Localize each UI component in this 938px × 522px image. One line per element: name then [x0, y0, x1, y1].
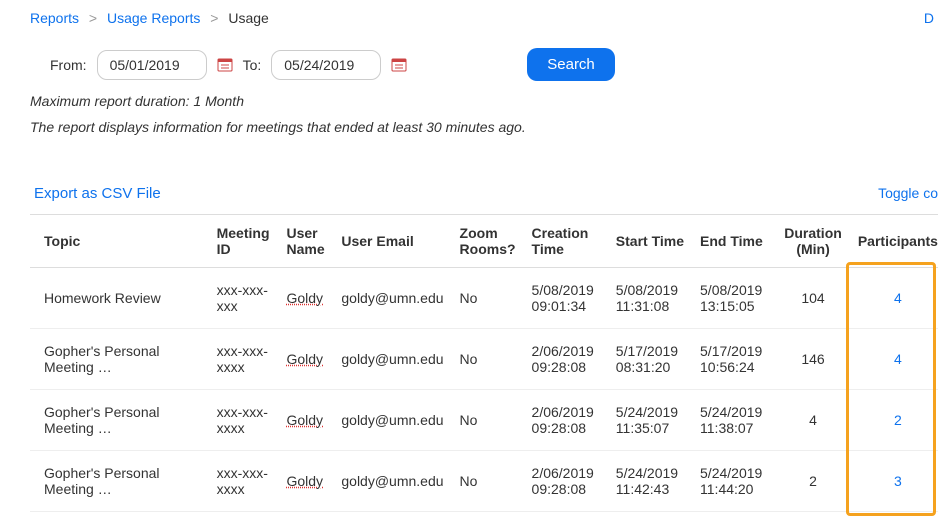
calendar-icon[interactable] [391, 57, 407, 73]
usage-table-wrap: Topic Meeting ID User Name User Email Zo… [30, 214, 938, 512]
cell-topic: Gopher's Personal Meeting … [30, 390, 209, 451]
breadcrumb-reports[interactable]: Reports [30, 10, 79, 26]
cell-user-name: Goldy [278, 329, 333, 390]
breadcrumb-separator: > [89, 10, 97, 26]
cell-topic: Homework Review [30, 268, 209, 329]
table-row: Gopher's Personal Meeting …xxx-xxx-xxxxG… [30, 329, 938, 390]
cell-zoom-rooms: No [452, 268, 524, 329]
to-label: To: [243, 57, 262, 73]
cell-user-name: Goldy [278, 268, 333, 329]
th-meeting-id[interactable]: Meeting ID [209, 215, 279, 268]
cell-duration: 146 [776, 329, 850, 390]
th-creation-time[interactable]: Creation Time [524, 215, 608, 268]
usage-table: Topic Meeting ID User Name User Email Zo… [30, 214, 938, 512]
cell-meeting-id: xxx-xxx-xxxx [209, 451, 279, 512]
cell-user-email: goldy@umn.edu [333, 329, 451, 390]
cell-end-time: 5/08/2019 13:15:05 [692, 268, 776, 329]
cell-start-time: 5/17/2019 08:31:20 [608, 329, 692, 390]
cell-user-name: Goldy [278, 390, 333, 451]
cell-user-email: goldy@umn.edu [333, 451, 451, 512]
th-participants[interactable]: Participants [850, 215, 938, 268]
table-row: Gopher's Personal Meeting …xxx-xxx-xxxxG… [30, 390, 938, 451]
cell-duration: 2 [776, 451, 850, 512]
cell-meeting-id: xxx-xxx-xxx [209, 268, 279, 329]
date-filter-row: From: To: Search [30, 48, 938, 81]
cell-meeting-id: xxx-xxx-xxxx [209, 329, 279, 390]
table-row: Homework Reviewxxx-xxx-xxxGoldygoldy@umn… [30, 268, 938, 329]
cell-zoom-rooms: No [452, 329, 524, 390]
cell-topic: Gopher's Personal Meeting … [30, 329, 209, 390]
cell-zoom-rooms: No [452, 390, 524, 451]
breadcrumb: Reports > Usage Reports > Usage [30, 10, 938, 26]
breadcrumb-usage-reports[interactable]: Usage Reports [107, 10, 200, 26]
to-date-input[interactable] [271, 50, 381, 80]
cell-participants[interactable]: 2 [850, 390, 938, 451]
th-topic[interactable]: Topic [30, 215, 209, 268]
th-user-name[interactable]: User Name [278, 215, 333, 268]
export-csv-link[interactable]: Export as CSV File [34, 185, 161, 202]
top-right-letter[interactable]: D [924, 10, 934, 26]
cell-start-time: 5/24/2019 11:42:43 [608, 451, 692, 512]
th-user-email[interactable]: User Email [333, 215, 451, 268]
cell-end-time: 5/24/2019 11:44:20 [692, 451, 776, 512]
cell-end-time: 5/17/2019 10:56:24 [692, 329, 776, 390]
table-row: Gopher's Personal Meeting …xxx-xxx-xxxxG… [30, 451, 938, 512]
cell-user-email: goldy@umn.edu [333, 268, 451, 329]
cell-creation-time: 2/06/2019 09:28:08 [524, 329, 608, 390]
cell-duration: 104 [776, 268, 850, 329]
cell-creation-time: 2/06/2019 09:28:08 [524, 451, 608, 512]
th-start-time[interactable]: Start Time [608, 215, 692, 268]
cell-start-time: 5/24/2019 11:35:07 [608, 390, 692, 451]
calendar-icon[interactable] [217, 57, 233, 73]
cell-duration: 4 [776, 390, 850, 451]
breadcrumb-current: Usage [228, 10, 268, 26]
from-label: From: [50, 57, 87, 73]
search-button[interactable]: Search [527, 48, 615, 81]
cell-creation-time: 5/08/2019 09:01:34 [524, 268, 608, 329]
cell-participants[interactable]: 4 [850, 268, 938, 329]
from-date-input[interactable] [97, 50, 207, 80]
max-duration-note: Maximum report duration: 1 Month [30, 93, 938, 109]
cell-end-time: 5/24/2019 11:38:07 [692, 390, 776, 451]
th-zoom-rooms[interactable]: Zoom Rooms? [452, 215, 524, 268]
th-end-time[interactable]: End Time [692, 215, 776, 268]
cell-topic: Gopher's Personal Meeting … [30, 451, 209, 512]
cell-creation-time: 2/06/2019 09:28:08 [524, 390, 608, 451]
breadcrumb-separator: > [210, 10, 218, 26]
cell-user-name: Goldy [278, 451, 333, 512]
delay-note: The report displays information for meet… [30, 119, 938, 135]
cell-start-time: 5/08/2019 11:31:08 [608, 268, 692, 329]
cell-user-email: goldy@umn.edu [333, 390, 451, 451]
th-duration[interactable]: Duration (Min) [776, 215, 850, 268]
cell-meeting-id: xxx-xxx-xxxx [209, 390, 279, 451]
cell-participants[interactable]: 4 [850, 329, 938, 390]
cell-participants[interactable]: 3 [850, 451, 938, 512]
cell-zoom-rooms: No [452, 451, 524, 512]
toggle-columns-link[interactable]: Toggle co [878, 185, 938, 201]
